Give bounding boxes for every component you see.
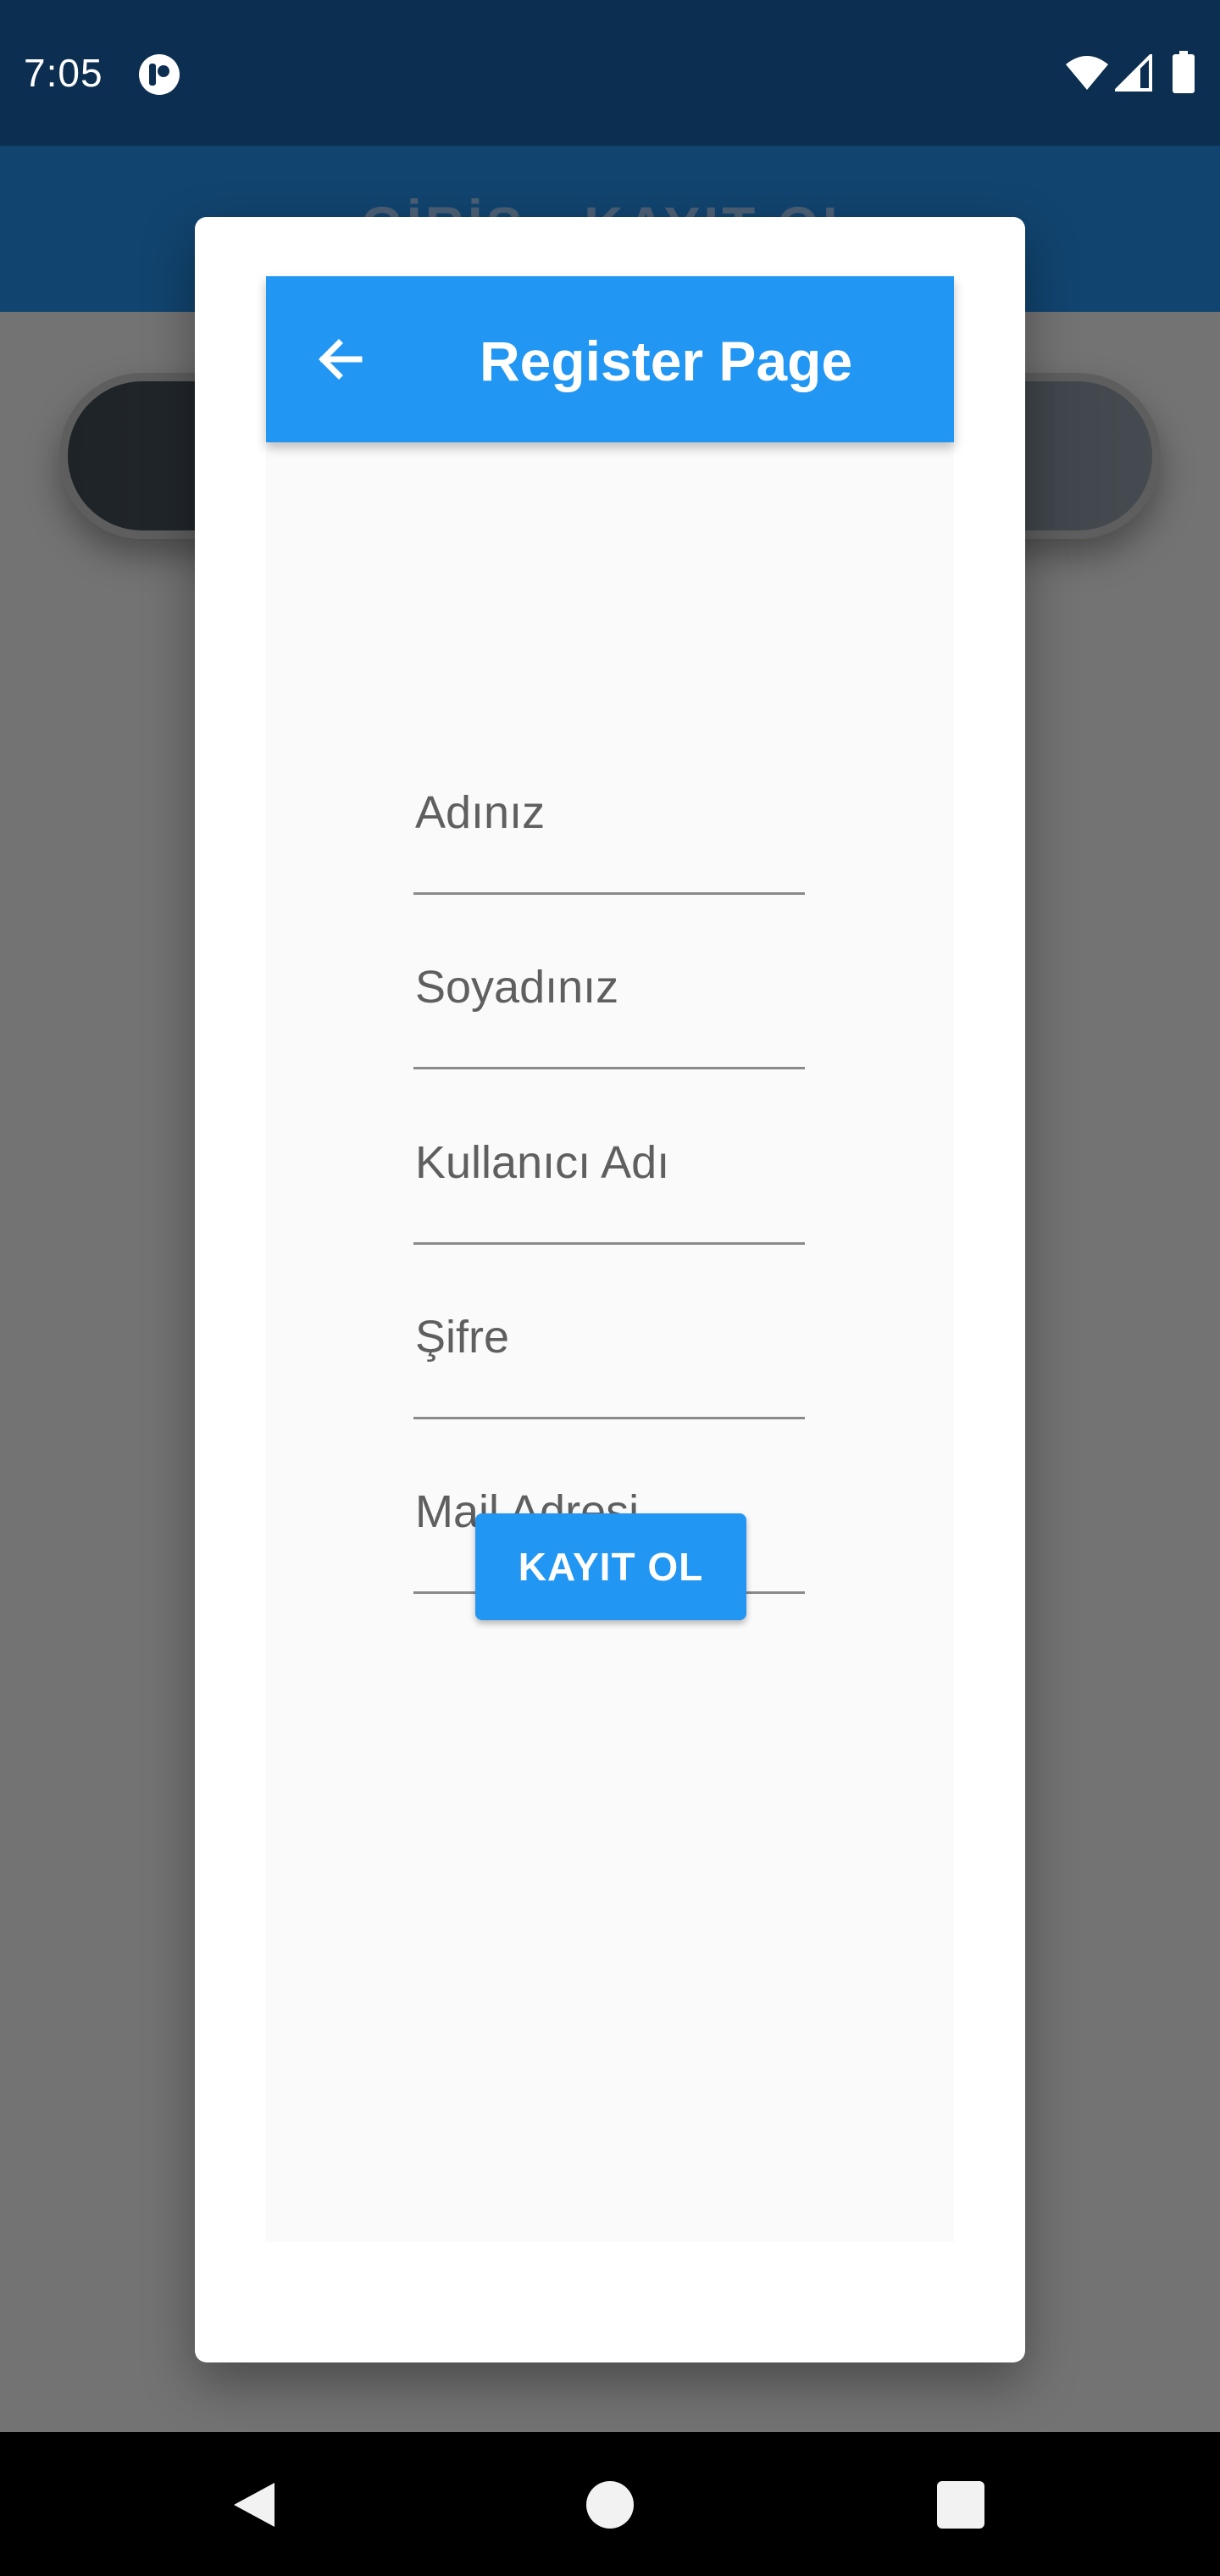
first-name-field[interactable]: Adınız [413, 746, 805, 895]
cell-signal-icon [1115, 54, 1152, 92]
username-label: Kullanıcı Adı [415, 1137, 670, 1188]
status-time: 7:05 [24, 51, 103, 95]
password-label: Şifre [415, 1312, 510, 1363]
back-button[interactable] [308, 327, 373, 391]
back-triangle-icon[interactable] [230, 2479, 278, 2530]
status-bar: 7:05 [0, 0, 1220, 146]
username-field[interactable]: Kullanıcı Adı [413, 1096, 805, 1245]
register-page: Register Page Adınız Soyadınız Kullanıcı… [266, 276, 954, 2242]
page-title: Register Page [480, 330, 853, 392]
register-dialog: Register Page Adınız Soyadınız Kullanıcı… [195, 217, 1025, 2362]
password-field[interactable]: Şifre [413, 1270, 805, 1419]
home-circle-icon[interactable] [586, 2481, 634, 2529]
app-notification-icon [139, 54, 180, 95]
navigation-bar [0, 2432, 1220, 2576]
battery-icon [1173, 51, 1195, 93]
last-name-label: Soyadınız [415, 962, 619, 1013]
arrow-back-icon [319, 339, 363, 380]
last-name-field[interactable]: Soyadınız [413, 920, 805, 1069]
wifi-icon [1066, 56, 1108, 90]
register-app-bar: Register Page [266, 276, 954, 442]
recents-square-icon[interactable] [937, 2481, 984, 2529]
register-button[interactable]: KAYIT OL [475, 1513, 746, 1620]
first-name-label: Adınız [415, 787, 546, 838]
